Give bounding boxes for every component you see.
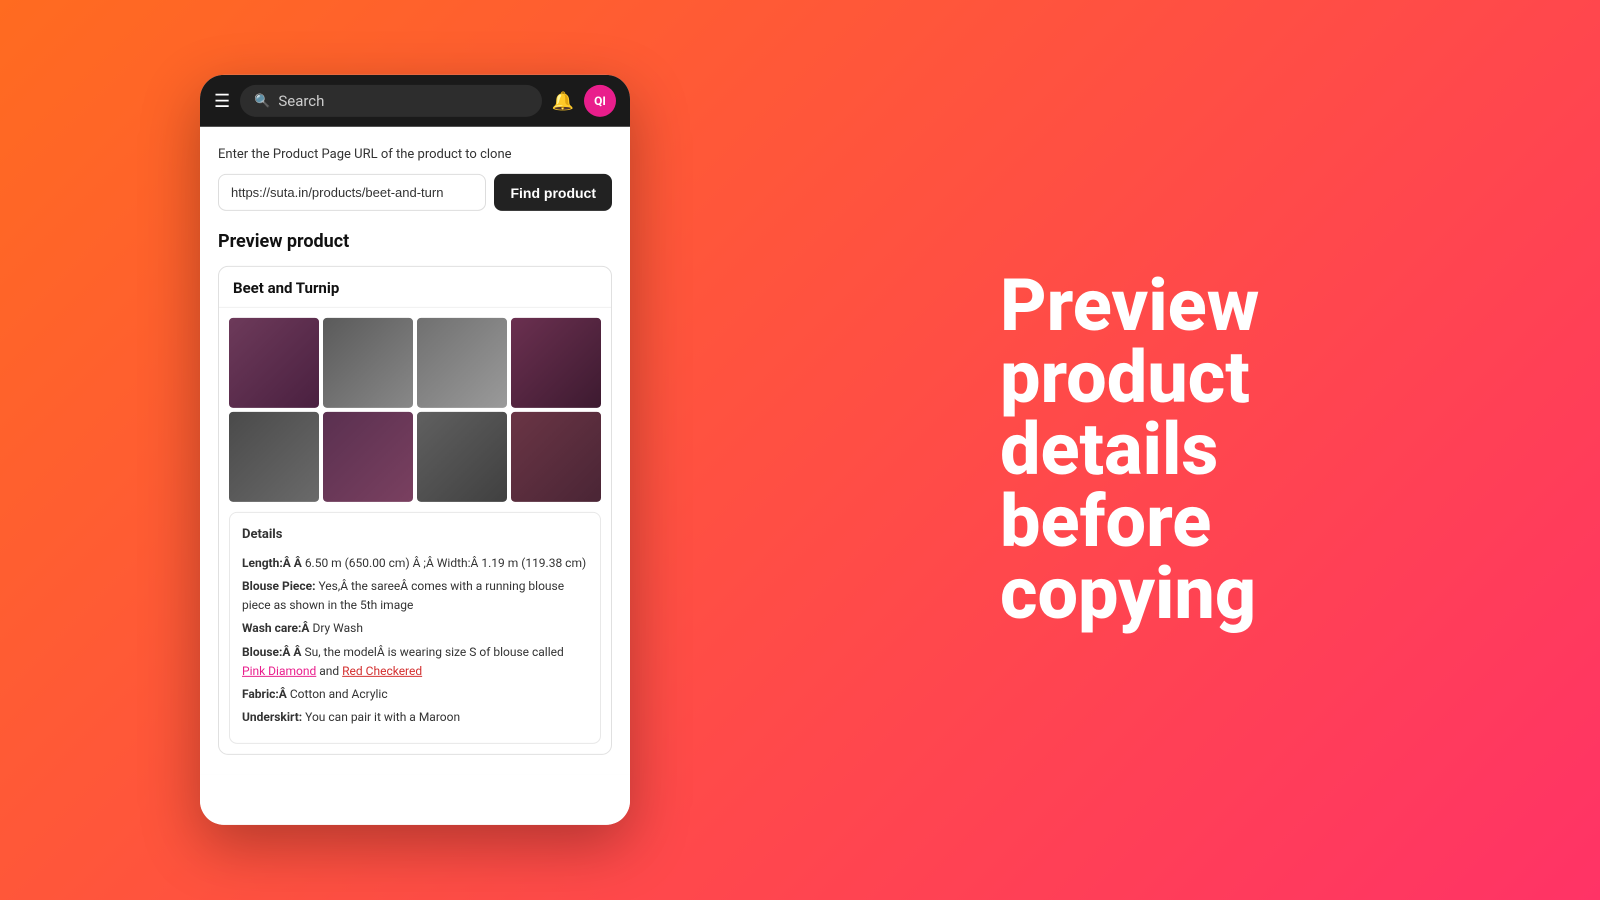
blouse-and: and <box>319 664 342 678</box>
search-text: Search <box>278 92 527 110</box>
right-tagline: Preview product details before copying <box>1000 270 1520 630</box>
detail-underskirt: Underskirt: You can pair it with a Maroo… <box>242 708 588 727</box>
length-label: Length:Â Â <box>242 556 302 570</box>
blouse-value: Su, the modelÂ is wearing size S of blou… <box>304 644 563 658</box>
fabric-label: Fabric:Â <box>242 687 287 701</box>
detail-blouse-piece: Blouse Piece: Yes,Â the sareeÂ comes wit… <box>242 577 588 615</box>
preview-section-title: Preview product <box>218 231 612 252</box>
product-card: Beet and Turnip Details Length:Â <box>218 266 612 755</box>
phone-screen: ☰ 🔍 Search 🔔 QI Enter the Product Page U… <box>200 75 630 825</box>
product-image-grid <box>219 308 611 512</box>
underskirt-value: You can pair it with a Maroon <box>305 710 460 724</box>
url-label: Enter the Product Page URL of the produc… <box>218 147 612 162</box>
bottom-area <box>200 775 630 825</box>
details-heading: Details <box>242 525 588 546</box>
wash-care-value: Dry Wash <box>312 621 362 635</box>
pink-diamond-link[interactable]: Pink Diamond <box>242 664 316 678</box>
fabric-value: Cotton and Acrylic <box>290 687 388 701</box>
detail-blouse: Blouse:Â Â Su, the modelÂ is wearing siz… <box>242 642 588 680</box>
search-icon: 🔍 <box>254 93 270 108</box>
detail-length: Length:Â Â 6.50 m (650.00 cm) Â ;Â Width… <box>242 554 588 573</box>
phone-mockup: ☰ 🔍 Search 🔔 QI Enter the Product Page U… <box>200 75 630 825</box>
product-image-7 <box>417 412 507 502</box>
avatar[interactable]: QI <box>584 85 616 117</box>
length-value: 6.50 m (650.00 cm) Â ;Â Width:Â 1.19 m (… <box>305 556 586 570</box>
product-details-box: Details Length:Â Â 6.50 m (650.00 cm) Â … <box>229 512 601 744</box>
tagline-line5: copying <box>1000 551 1256 636</box>
product-image-2 <box>323 318 413 408</box>
product-image-6 <box>323 412 413 502</box>
navbar: ☰ 🔍 Search 🔔 QI <box>200 75 630 127</box>
product-image-4 <box>511 318 601 408</box>
detail-fabric: Fabric:Â Cotton and Acrylic <box>242 685 588 704</box>
product-image-1 <box>229 318 319 408</box>
search-bar[interactable]: 🔍 Search <box>240 85 541 117</box>
blouse-label: Blouse:Â Â <box>242 644 301 658</box>
red-checkered-link[interactable]: Red Checkered <box>342 664 422 678</box>
detail-wash-care: Wash care:Â Dry Wash <box>242 619 588 638</box>
wash-care-label: Wash care:Â <box>242 621 309 635</box>
product-image-8 <box>511 412 601 502</box>
underskirt-label: Underskirt: <box>242 710 302 724</box>
product-image-3 <box>417 318 507 408</box>
bell-icon[interactable]: 🔔 <box>552 90 574 111</box>
main-content: Enter the Product Page URL of the produc… <box>200 127 630 775</box>
product-image-5 <box>229 412 319 502</box>
url-input[interactable] <box>218 174 486 211</box>
find-product-button[interactable]: Find product <box>494 174 612 211</box>
blouse-piece-label: Blouse Piece: <box>242 579 315 593</box>
product-name: Beet and Turnip <box>219 267 611 308</box>
url-row: Find product <box>218 174 612 211</box>
hamburger-icon[interactable]: ☰ <box>214 90 230 111</box>
